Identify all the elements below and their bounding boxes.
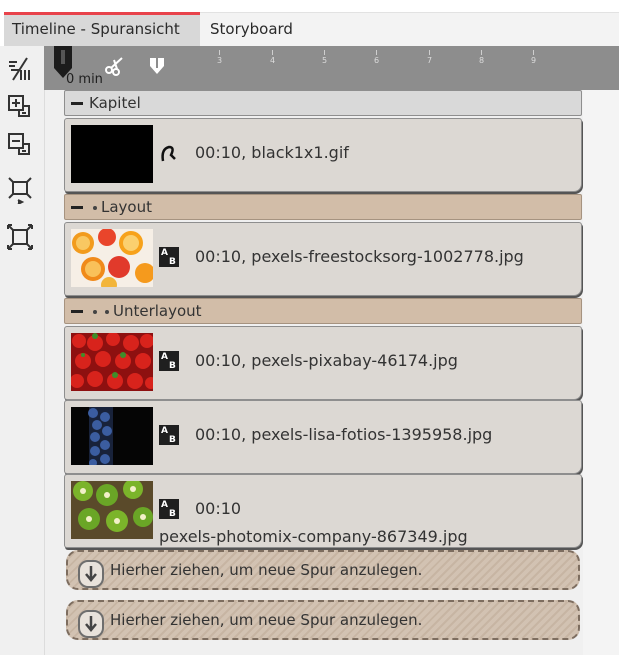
kapitel-header[interactable]: Kapitel bbox=[64, 90, 582, 116]
unterlayout-label: Unterlayout bbox=[113, 302, 202, 320]
unterlayout-header[interactable]: Unterlayout bbox=[64, 298, 582, 324]
expand-all-icon[interactable] bbox=[5, 92, 35, 122]
clip-label: pexels-photomix-company-867349.jpg bbox=[159, 527, 468, 546]
collapse-all-icon[interactable] bbox=[5, 130, 35, 160]
clip-orange[interactable]: AB 00:10, pexels-freestocksorg-1002778.j… bbox=[64, 222, 582, 296]
ruler-tick-4: 4 bbox=[270, 50, 276, 65]
clip-kiwi[interactable]: AB 00:10 pexels-photomix-company-867349.… bbox=[64, 474, 582, 548]
ruler-tick-6: 6 bbox=[374, 50, 380, 65]
right-pane bbox=[583, 90, 619, 655]
clip-duration: 00:10 bbox=[195, 499, 242, 518]
clip-label: 00:10, pexels-lisa-fotios-1395958.jpg bbox=[195, 425, 493, 444]
new-track-dropzone[interactable]: Hierher ziehen, um neue Spur anzulegen. bbox=[66, 600, 580, 640]
marker-icon[interactable] bbox=[148, 56, 166, 76]
left-toolbar bbox=[0, 46, 45, 655]
level-dot-icon bbox=[93, 309, 97, 314]
tab-storyboard[interactable]: Storyboard bbox=[202, 12, 312, 46]
clip-strawberries[interactable]: AB 00:10, pexels-pixabay-46174.jpg bbox=[64, 326, 582, 400]
clip-label: 00:10, pexels-freestocksorg-1002778.jpg bbox=[195, 247, 524, 266]
track-area: Kapitel 00:10, black1x1.gif Layout AB 00… bbox=[64, 90, 584, 655]
down-arrow-icon bbox=[78, 610, 104, 638]
dropzone-label: Hierher ziehen, um neue Spur anzulegen. bbox=[110, 561, 423, 579]
transition-curve-icon[interactable] bbox=[159, 143, 179, 163]
collapse-icon[interactable] bbox=[71, 102, 83, 105]
clip-black[interactable]: 00:10, black1x1.gif bbox=[64, 118, 582, 192]
clip-label: 00:10, black1x1.gif bbox=[195, 143, 349, 162]
ruler-tick-8: 8 bbox=[479, 50, 485, 65]
ruler-tick-9: 9 bbox=[531, 50, 537, 65]
tab-timeline[interactable]: Timeline - Spuransicht bbox=[4, 12, 200, 46]
clip-thumbnail bbox=[71, 481, 153, 539]
collapse-icon[interactable] bbox=[71, 206, 83, 209]
new-track-dropzone[interactable]: Hierher ziehen, um neue Spur anzulegen. bbox=[66, 550, 580, 590]
clip-thumbnail bbox=[71, 407, 153, 465]
layout-label: Layout bbox=[101, 198, 152, 216]
clip-blueberries[interactable]: AB 00:10, pexels-lisa-fotios-1395958.jpg bbox=[64, 400, 582, 474]
ruler-tick-5: 5 bbox=[322, 50, 328, 65]
clip-thumbnail bbox=[71, 229, 153, 287]
ab-transition-icon[interactable]: AB bbox=[159, 351, 179, 371]
level-dot-icon bbox=[105, 309, 109, 314]
tab-bar: Timeline - Spuransicht Storyboard bbox=[0, 0, 619, 47]
level-dot-icon bbox=[93, 205, 97, 210]
ruler-tick-3: 3 bbox=[217, 50, 223, 65]
scissors-icon[interactable] bbox=[104, 54, 126, 76]
timeline-ruler[interactable]: 3 4 5 6 7 8 9 0 min bbox=[44, 46, 619, 90]
fit-timeline-icon[interactable] bbox=[5, 54, 35, 84]
down-arrow-icon bbox=[78, 560, 104, 588]
dropzone-label: Hierher ziehen, um neue Spur anzulegen. bbox=[110, 611, 423, 629]
clip-label: 00:10, pexels-pixabay-46174.jpg bbox=[195, 351, 458, 370]
collapse-icon[interactable] bbox=[71, 310, 83, 313]
ab-transition-icon[interactable]: AB bbox=[159, 247, 179, 267]
kapitel-label: Kapitel bbox=[89, 94, 141, 112]
clip-thumbnail bbox=[71, 333, 153, 391]
zoom-fit-icon[interactable] bbox=[5, 222, 35, 252]
layout-header[interactable]: Layout bbox=[64, 194, 582, 220]
ab-transition-icon[interactable]: AB bbox=[159, 499, 179, 519]
minute-label: 0 min bbox=[66, 72, 103, 87]
clip-thumbnail bbox=[71, 125, 153, 183]
zoom-in-icon[interactable] bbox=[5, 174, 35, 205]
ab-transition-icon[interactable]: AB bbox=[159, 425, 179, 445]
ruler-tick-7: 7 bbox=[427, 50, 433, 65]
